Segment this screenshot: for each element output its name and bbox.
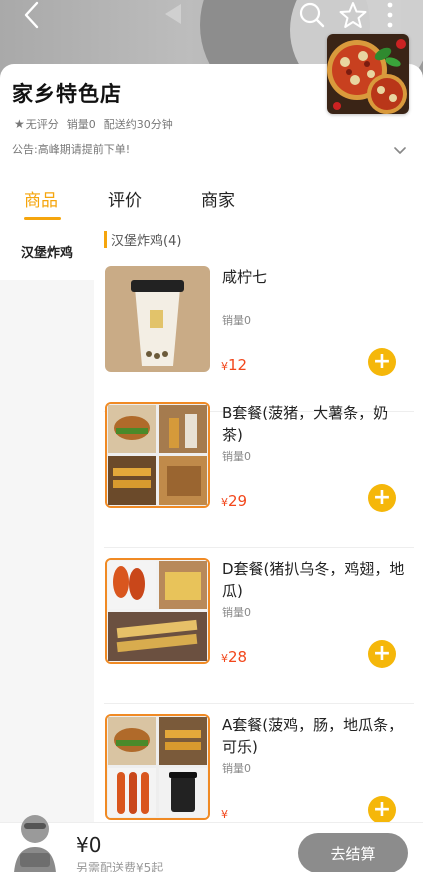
more-button[interactable] xyxy=(380,0,400,30)
tab-merchant[interactable]: 商家 xyxy=(201,186,235,211)
tab-reviews[interactable]: 评价 xyxy=(108,186,142,211)
plus-icon: + xyxy=(372,797,392,822)
plus-icon: + xyxy=(372,485,392,510)
store-notice: 公告:高峰期请提前下单! xyxy=(12,143,131,156)
product-price: ¥29 xyxy=(221,492,247,510)
product-name: 咸柠七 xyxy=(222,268,268,286)
active-tab-indicator xyxy=(24,217,61,220)
currency-symbol: ¥ xyxy=(221,496,228,509)
product-price: ¥12 xyxy=(221,356,247,374)
chevron-down-icon xyxy=(394,147,406,154)
category-item-burger-chicken[interactable]: 汉堡炸鸡 xyxy=(0,222,94,280)
product-price: ¥ xyxy=(221,804,228,822)
cart-avatar-icon xyxy=(14,815,56,872)
rating-text: 无评分 xyxy=(25,118,59,131)
cart-icon[interactable] xyxy=(6,807,64,872)
product-image xyxy=(105,266,210,372)
section-header: 汉堡炸鸡(4) xyxy=(104,230,182,249)
add-to-cart-button[interactable]: + xyxy=(368,640,396,668)
back-button[interactable] xyxy=(18,0,44,30)
product-price: ¥28 xyxy=(221,648,247,666)
currency-symbol: ¥ xyxy=(221,652,228,665)
product-item[interactable]: B套餐(菠猪，大薯条，奶茶) 销量0 ¥29 + xyxy=(104,402,414,548)
back-arrow-icon xyxy=(24,1,39,29)
product-item[interactable]: 咸柠七 销量0 ¥12 + xyxy=(104,266,414,412)
product-image xyxy=(105,558,210,664)
star-filled-icon: ★ xyxy=(14,117,25,131)
currency-symbol: ¥ xyxy=(221,360,228,373)
delivery-fee-note: 另需配送费¥5起 xyxy=(76,861,164,872)
store-meta: ★无评分 销量0 配送约30分钟 xyxy=(14,116,173,132)
product-item[interactable]: D套餐(猪扒乌冬，鸡翅，地瓜) 销量0 ¥28 + xyxy=(104,558,414,704)
store-sales: 销量0 xyxy=(66,118,96,131)
plus-icon: + xyxy=(372,349,392,374)
product-name: D套餐(猪扒乌冬，鸡翅，地瓜) xyxy=(222,560,405,600)
section-marker xyxy=(104,230,107,248)
store-logo xyxy=(327,34,409,114)
product-image xyxy=(105,714,210,820)
store-name: 家乡特色店 xyxy=(12,82,122,106)
product-sales: 销量0 xyxy=(222,450,251,463)
add-to-cart-button[interactable]: + xyxy=(368,796,396,822)
product-item[interactable]: A套餐(菠鸡，肠，地瓜条，可乐) 销量0 ¥ + xyxy=(104,714,414,822)
add-to-cart-button[interactable]: + xyxy=(368,484,396,512)
favorite-button[interactable] xyxy=(338,0,368,30)
product-sales: 销量0 xyxy=(222,762,251,775)
store-tabs: 商品 评价 商家 xyxy=(0,174,423,222)
goods-list: 汉堡炸鸡(4) 咸柠七 销量0 ¥12 + B套餐(菠猪，大薯条，奶茶) 销量0… xyxy=(94,222,423,822)
product-name: B套餐(菠猪，大薯条，奶茶) xyxy=(222,404,389,444)
star-outline-icon xyxy=(339,2,367,28)
tab-goods[interactable]: 商品 xyxy=(24,186,58,211)
section-title: 汉堡炸鸡(4) xyxy=(111,233,182,249)
price-value: 28 xyxy=(228,648,248,666)
product-image xyxy=(105,402,210,508)
banner-decoration xyxy=(165,4,181,24)
expand-notice-button[interactable] xyxy=(394,140,406,159)
currency-symbol: ¥ xyxy=(221,808,228,821)
price-value: 12 xyxy=(228,356,248,374)
price-value: 29 xyxy=(228,492,248,510)
more-vertical-icon xyxy=(387,2,393,28)
product-sales: 销量0 xyxy=(222,606,251,619)
cart-bar: ¥0 另需配送费¥5起 去结算 xyxy=(0,815,423,872)
checkout-button[interactable]: 去结算 xyxy=(298,833,408,872)
cart-total: ¥0 xyxy=(76,833,102,857)
search-button[interactable] xyxy=(298,0,326,30)
store-page: 家乡特色店 ★无评分 销量0 配送约30分钟 公告:高峰期请提前下单! 商品 评… xyxy=(0,0,423,872)
search-icon xyxy=(299,2,325,28)
rating: ★无评分 xyxy=(14,116,59,132)
plus-icon: + xyxy=(372,641,392,666)
category-sidebar: 汉堡炸鸡 xyxy=(0,222,94,822)
delivery-time: 配送约30分钟 xyxy=(103,118,173,131)
product-sales: 销量0 xyxy=(222,314,251,327)
add-to-cart-button[interactable]: + xyxy=(368,348,396,376)
product-name: A套餐(菠鸡，肠，地瓜条，可乐) xyxy=(222,716,404,756)
